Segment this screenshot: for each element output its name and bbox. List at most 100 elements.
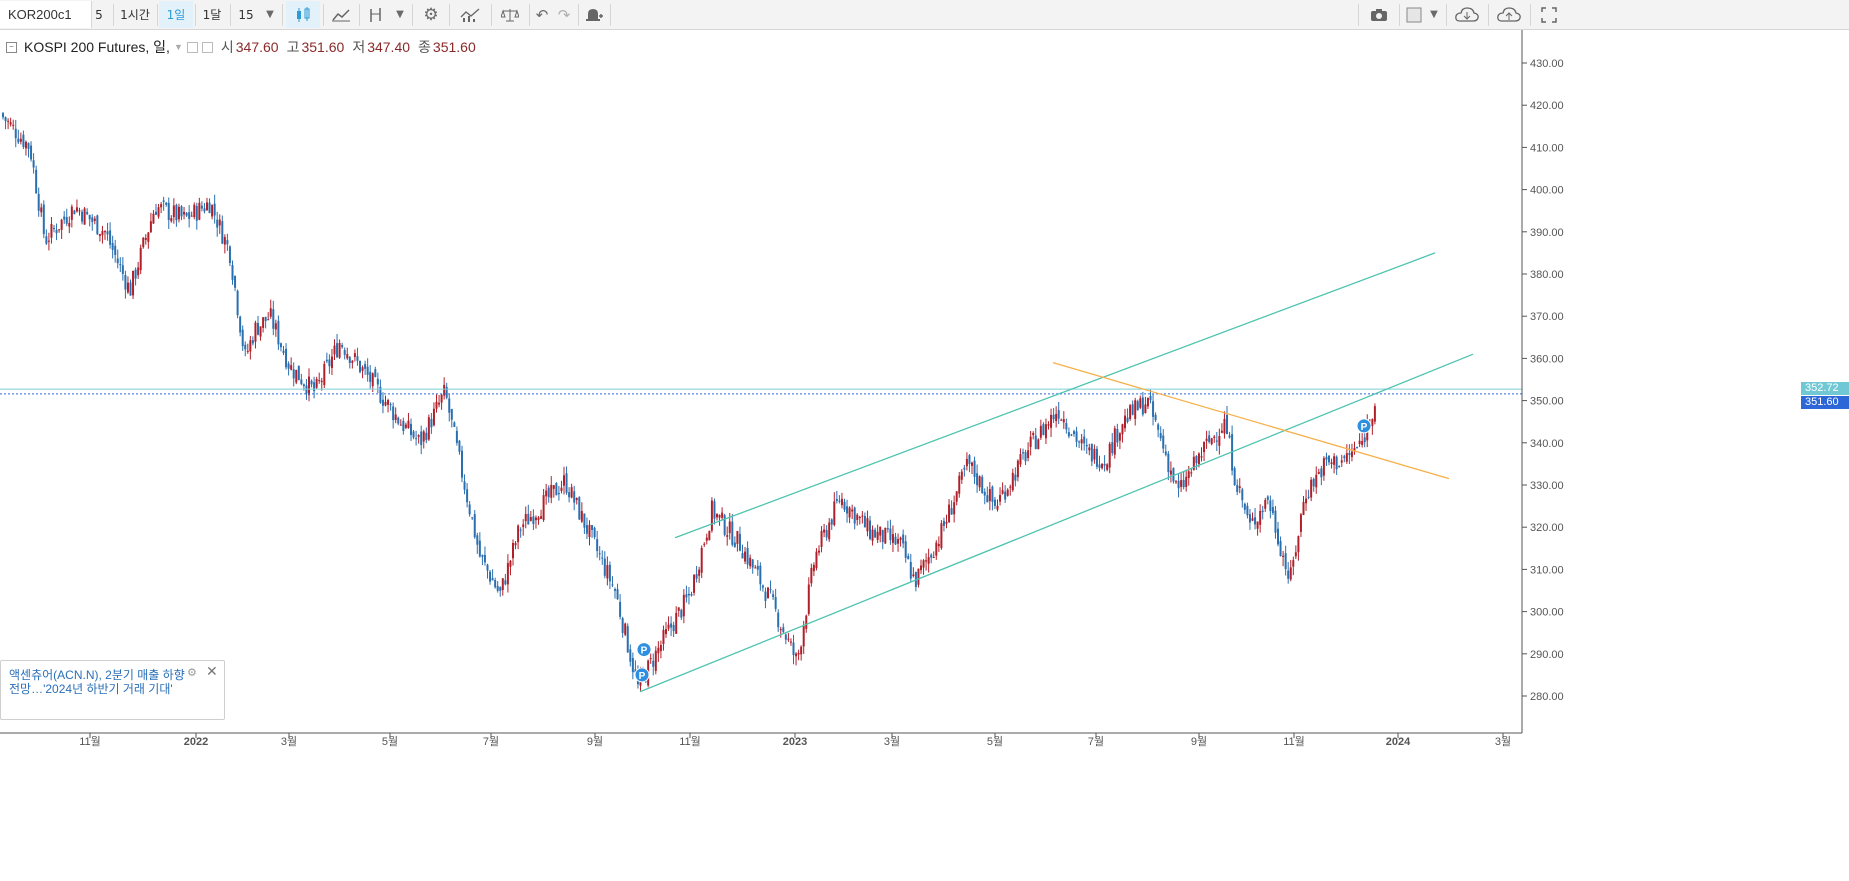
- news-popup[interactable]: 액센츄어(ACN.N), 2분기 매출 하향 전망…'2024년 하반기 거래 …: [0, 660, 225, 720]
- candle-body: [738, 533, 741, 551]
- interval-15[interactable]: 15: [232, 1, 260, 28]
- candle-body: [302, 384, 305, 387]
- interval-1m[interactable]: 1달: [197, 1, 227, 28]
- candle-body: [519, 529, 522, 531]
- candle-body: [960, 471, 963, 480]
- candle-body: [1088, 447, 1091, 451]
- candle-body: [308, 376, 310, 396]
- candle-body: [800, 646, 803, 655]
- candle-body: [685, 594, 688, 598]
- news-close-icon[interactable]: ✕: [206, 664, 218, 680]
- candle-body: [93, 218, 96, 221]
- candle-body: [953, 502, 956, 515]
- cloud-load-icon[interactable]: [1449, 1, 1485, 28]
- candle-body: [1333, 456, 1336, 465]
- candle-body: [996, 505, 999, 510]
- candle-body: [384, 401, 387, 406]
- candle-body: [1111, 442, 1114, 454]
- candle-body: [223, 237, 226, 245]
- candle-body: [425, 432, 428, 441]
- symbol-input[interactable]: KOR200c1: [0, 1, 92, 28]
- candle-body: [53, 227, 55, 229]
- candle-body: [988, 489, 991, 502]
- candle-body: [1042, 424, 1045, 436]
- legend-visibility-icon[interactable]: [186, 41, 198, 53]
- candlestick-icon[interactable]: [286, 1, 320, 28]
- redo-icon[interactable]: ↷: [553, 1, 575, 28]
- candle-body: [427, 417, 430, 440]
- candle-body: [1215, 440, 1218, 442]
- news-text[interactable]: 액센츄어(ACN.N), 2분기 매출 하향 전망…'2024년 하반기 거래 …: [9, 668, 189, 696]
- candle-body: [410, 423, 412, 436]
- candle-body: [846, 506, 849, 514]
- legend-settings-icon[interactable]: [201, 41, 213, 53]
- candle-body: [568, 492, 571, 498]
- candle-body: [835, 499, 838, 501]
- candle-body: [37, 193, 40, 211]
- gear-icon[interactable]: ⚙: [416, 1, 446, 28]
- candle-body: [157, 207, 160, 217]
- layout-dropdown-icon[interactable]: ▼: [1426, 1, 1442, 28]
- x-tick-label: 11월: [79, 735, 101, 748]
- candle-body: [932, 557, 935, 559]
- interval-1h[interactable]: 1시간: [116, 1, 154, 28]
- y-tick-label: 380.00: [1530, 269, 1564, 281]
- candle-body: [797, 653, 800, 655]
- candle-body: [1335, 456, 1338, 470]
- drawing-dropdown-icon[interactable]: ▼: [392, 1, 408, 28]
- candle-body: [445, 386, 448, 398]
- candle-body: [807, 584, 810, 614]
- candle-body: [542, 495, 545, 521]
- candle-body: [718, 514, 721, 518]
- candle-body: [1050, 414, 1053, 428]
- interval-5[interactable]: 5: [88, 1, 110, 28]
- candle-body: [858, 516, 861, 519]
- alert-icon[interactable]: [581, 1, 607, 28]
- candle-body: [323, 363, 326, 386]
- fullscreen-icon[interactable]: [1533, 1, 1565, 28]
- cloud-save-icon[interactable]: [1491, 1, 1527, 28]
- line-chart-icon[interactable]: [326, 1, 356, 28]
- candle-body: [823, 529, 826, 533]
- candle-body: [499, 587, 502, 591]
- news-gear-icon[interactable]: ⚙: [187, 666, 197, 679]
- candle-body: [843, 501, 846, 510]
- candle-body: [687, 593, 690, 596]
- candle-body: [1187, 471, 1190, 478]
- candle-body: [1078, 441, 1081, 443]
- candle-body: [1241, 489, 1244, 501]
- price-chart[interactable]: P P P 430.00 420.00 410.00 400.00 390.00 380.00…: [0, 30, 1849, 881]
- indicators-icon[interactable]: [452, 1, 488, 28]
- candle-body: [450, 409, 453, 420]
- candle-body: [611, 584, 614, 586]
- candle-body: [376, 378, 379, 385]
- candle-body: [348, 356, 351, 363]
- candle-body: [506, 563, 509, 585]
- interval-1d[interactable]: 1일: [159, 1, 193, 28]
- candle-body: [1220, 430, 1223, 433]
- legend-dropdown-icon[interactable]: ▼: [174, 42, 183, 52]
- candle-body: [272, 309, 275, 329]
- compare-icon[interactable]: [494, 1, 526, 28]
- candle-body: [101, 230, 104, 236]
- undo-icon[interactable]: ↶: [531, 1, 553, 28]
- candle-body: [448, 398, 451, 413]
- candle-body: [137, 267, 140, 276]
- drawing-tool-icon[interactable]: [362, 1, 390, 28]
- candle-body: [231, 265, 234, 280]
- candle-body: [930, 554, 933, 558]
- candle-body: [1190, 472, 1193, 474]
- candle-body: [968, 455, 971, 465]
- interval-dropdown-icon[interactable]: ▼: [262, 1, 278, 28]
- candle-body: [144, 237, 147, 240]
- camera-icon[interactable]: [1362, 1, 1396, 28]
- candle-body: [659, 644, 662, 652]
- layout-icon[interactable]: [1402, 1, 1426, 28]
- candle-body: [1159, 433, 1162, 439]
- collapse-icon[interactable]: −: [6, 41, 17, 53]
- candle-body: [754, 567, 757, 569]
- candle-body: [973, 460, 976, 477]
- candle-body: [1022, 452, 1024, 454]
- candle-body: [1034, 435, 1037, 449]
- candle-body: [1264, 499, 1267, 509]
